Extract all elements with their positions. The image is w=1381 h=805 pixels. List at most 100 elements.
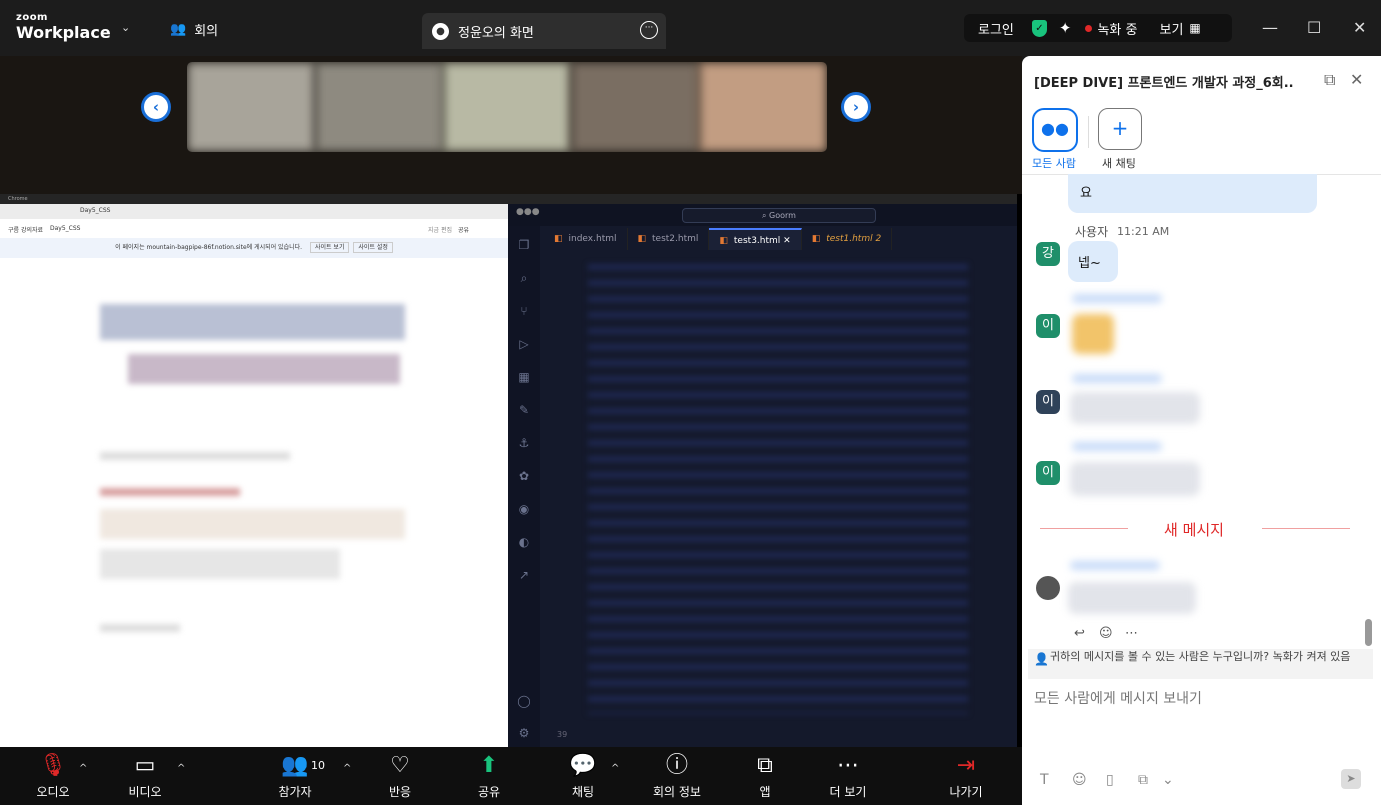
blurred-message — [1070, 392, 1200, 424]
message-time: 11:21 AM — [1117, 225, 1170, 238]
close-icon[interactable]: ✕ — [1353, 18, 1366, 37]
people-icon: 👥 — [170, 22, 187, 37]
divider — [1040, 528, 1128, 529]
avatar[interactable] — [1036, 576, 1060, 600]
participants-options-caret[interactable]: ^ — [343, 763, 351, 774]
search-icon[interactable]: ⌕ — [516, 271, 532, 287]
screen-share-tab[interactable]: ● 정윤오의 화면 ··· — [422, 13, 666, 49]
html-file-icon: ◧ — [719, 236, 728, 246]
tab-test2-html[interactable]: ◧ test2.html — [628, 228, 710, 250]
participant-count: 10 — [311, 759, 325, 772]
activity-bar: ❐ ⌕ ⑂ ▷ ▦ ✎ ⚓ ✿ ◉ ◐ ↗ ◯ ⚙ — [508, 226, 540, 747]
file-icon[interactable]: ▯ — [1106, 772, 1114, 788]
share-button[interactable]: ⬆ 공유 — [474, 749, 504, 800]
explorer-icon[interactable]: ❐ — [516, 238, 532, 254]
meeting-info-button[interactable]: ⓘ 회의 정보 — [648, 749, 706, 800]
zoom-workplace-logo[interactable]: zoom Workplace — [16, 13, 111, 41]
user-info-icon: 👤 — [1034, 652, 1049, 666]
login-button[interactable]: 로그인 — [978, 19, 1014, 38]
chat-message[interactable]: 넵~ — [1068, 241, 1118, 282]
chevron-down-icon[interactable]: ⌄ — [121, 21, 130, 34]
more-options-icon[interactable]: ··· — [640, 21, 658, 39]
video-button[interactable]: ▭ 비디오 — [125, 749, 165, 800]
add-reaction-icon[interactable]: ☺ — [1099, 626, 1113, 641]
apps-button[interactable]: ⧉ 앱 — [750, 749, 780, 800]
pop-out-icon[interactable]: ⧉ — [1324, 70, 1335, 90]
extensions-icon[interactable]: ▦ — [516, 370, 532, 386]
html-file-icon: ◧ — [637, 234, 647, 244]
code-editor-window: ●●● ⌕ Goorm ◧ index.html ◧ test2.html ◧ tes… — [508, 204, 1017, 747]
blurred-content — [100, 452, 290, 460]
next-page-button[interactable]: › — [841, 92, 871, 122]
more-actions-icon[interactable]: ⋯ — [1125, 626, 1138, 641]
openai-icon[interactable]: ✿ — [516, 469, 532, 485]
status-controls: 로그인 ✓ ✦ 녹화 중 보기 ▦ — [964, 14, 1232, 42]
tab-test3-html[interactable]: ◧ test3.html ✕ — [709, 228, 802, 250]
blurred-content — [100, 304, 405, 340]
text-format-icon[interactable]: T — [1040, 772, 1049, 788]
message-input[interactable]: 모든 사람에게 메시지 보내기 — [1034, 688, 1202, 708]
site-view-button[interactable]: 사이트 보기 — [309, 242, 350, 253]
browser-tab[interactable]: Day5_CSS — [80, 207, 110, 214]
audio-button[interactable]: 🎙 오디오 — [33, 749, 73, 800]
reactions-button[interactable]: ♡ 반응 — [384, 749, 416, 800]
send-button[interactable]: ➤ — [1341, 769, 1361, 789]
blurred-content — [100, 549, 340, 579]
source-control-icon[interactable]: ⑂ — [516, 304, 532, 320]
privacy-notice[interactable]: 👤 귀하의 메시지를 볼 수 있는 사람은 누구입니까? 녹화가 켜져 있음 — [1028, 649, 1373, 679]
settings-gear-icon[interactable]: ⚙ — [516, 726, 532, 742]
maximize-icon[interactable]: ☐ — [1307, 18, 1321, 37]
tab-index-html[interactable]: ◧ index.html — [544, 228, 628, 250]
chat-message[interactable]: 요 — [1068, 174, 1317, 213]
brush-icon[interactable]: ✎ — [516, 403, 532, 419]
avatar[interactable]: 강 — [1036, 242, 1060, 266]
anchor-icon[interactable]: ⚓ — [516, 436, 532, 452]
chat-button[interactable]: 💬 채팅 — [567, 749, 599, 800]
chat-scrollbar[interactable] — [1365, 619, 1372, 646]
leave-button[interactable]: ⇥ 나가기 — [946, 749, 986, 800]
close-panel-icon[interactable]: ✕ — [1350, 70, 1363, 89]
divider — [1262, 528, 1350, 529]
everyone-chat-button[interactable]: ●● — [1032, 108, 1078, 152]
divider — [1088, 116, 1089, 148]
account-icon[interactable]: ◯ — [516, 694, 532, 710]
participants-button[interactable]: 👥 참가자 — [275, 749, 315, 800]
line-number: 39 — [557, 730, 568, 739]
recording-status[interactable]: 녹화 중 — [1097, 19, 1137, 38]
reply-icon[interactable]: ↩ — [1074, 626, 1085, 641]
meeting-toolbar: 🎙 오디오 ^ ▭ 비디오 ^ 👥 참가자 10 ^ ♡ 반응 ⬆ 공유 💬 채… — [0, 747, 1022, 805]
chevron-down-icon[interactable]: ⌄ — [1162, 772, 1174, 788]
video-options-caret[interactable]: ^ — [177, 763, 185, 774]
minimize-icon[interactable]: — — [1262, 18, 1278, 37]
shield-icon[interactable]: ✓ — [1031, 19, 1047, 37]
chat-options-caret[interactable]: ^ — [611, 763, 619, 774]
new-chat-button[interactable]: + — [1098, 108, 1142, 150]
site-settings-button[interactable]: 사이트 설정 — [353, 242, 393, 253]
avatar[interactable]: 이 — [1036, 314, 1060, 338]
emoji-icon[interactable]: ☺ — [1072, 772, 1087, 788]
grid-icon[interactable]: ▦ — [1189, 21, 1200, 35]
ai-companion-icon[interactable]: ✦ — [1059, 19, 1072, 37]
tab-test1-html[interactable]: ◧ test1.html 2 — [802, 228, 893, 250]
screenshot-icon[interactable]: ⧉ — [1138, 772, 1148, 788]
blurred-message — [1072, 314, 1114, 354]
send-icon: ➤ — [1346, 772, 1356, 785]
live-share-icon[interactable]: ◐ — [516, 535, 532, 551]
avatar[interactable]: 이 — [1036, 390, 1060, 414]
html-file-icon: ◧ — [554, 234, 563, 244]
prev-page-button[interactable]: ‹ — [141, 92, 171, 122]
run-debug-icon[interactable]: ▷ — [516, 337, 532, 353]
close-tab-icon[interactable]: ✕ — [783, 236, 791, 246]
chat-panel: [DEEP DIVE] 프론트엔드 개발자 과정_6회... ⧉ ✕ ●● 모든… — [1022, 56, 1381, 805]
github-icon[interactable]: ◉ — [516, 502, 532, 518]
avatar[interactable]: 이 — [1036, 461, 1060, 485]
view-button[interactable]: 보기 — [1159, 19, 1183, 38]
more-button[interactable]: ⋯ 더 보기 — [827, 749, 869, 800]
meeting-tab[interactable]: 👥 회의 — [170, 20, 218, 39]
command-search[interactable]: ⌕ Goorm — [682, 208, 876, 223]
remote-icon[interactable]: ↗ — [516, 568, 532, 584]
traffic-lights-icon[interactable]: ●●● — [516, 207, 540, 217]
audio-options-caret[interactable]: ^ — [79, 763, 87, 774]
participant-thumbnails[interactable] — [187, 62, 827, 152]
leave-door-icon: ⇥ — [956, 753, 976, 778]
